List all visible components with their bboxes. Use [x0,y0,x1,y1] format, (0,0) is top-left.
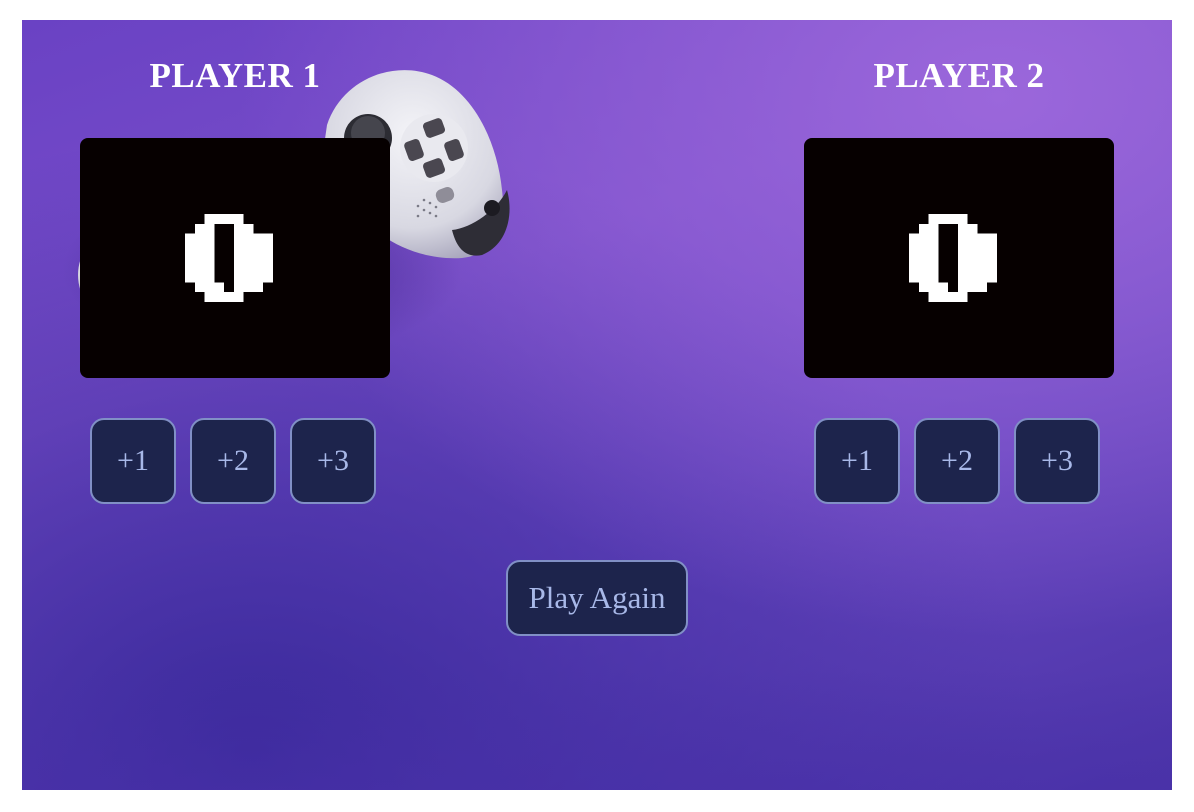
player-2-score-display: 0 [804,138,1114,378]
play-again-button[interactable]: Play Again [506,560,688,636]
player-1-add-1-button[interactable]: +1 [90,418,176,504]
player-2-add-2-button[interactable]: +2 [914,418,1000,504]
player-2-title: PLAYER 2 [873,56,1045,95]
player-2-score-digit [909,214,997,302]
player-2-add-1-button[interactable]: +1 [814,418,900,504]
player-1-score-digit [185,214,273,302]
player-1-score-display: 0 [80,138,390,378]
player-1-add-3-button[interactable]: +3 [290,418,376,504]
player-2-score-value: 0 [804,138,805,139]
floor-shade [22,670,1172,790]
player-1-title: PLAYER 1 [149,56,321,95]
player-2-add-3-button[interactable]: +3 [1014,418,1100,504]
game-board: PLAYER 1 0 +1 +2 +3 PLAYER 2 [22,20,1172,790]
player-1-add-2-button[interactable]: +2 [190,418,276,504]
